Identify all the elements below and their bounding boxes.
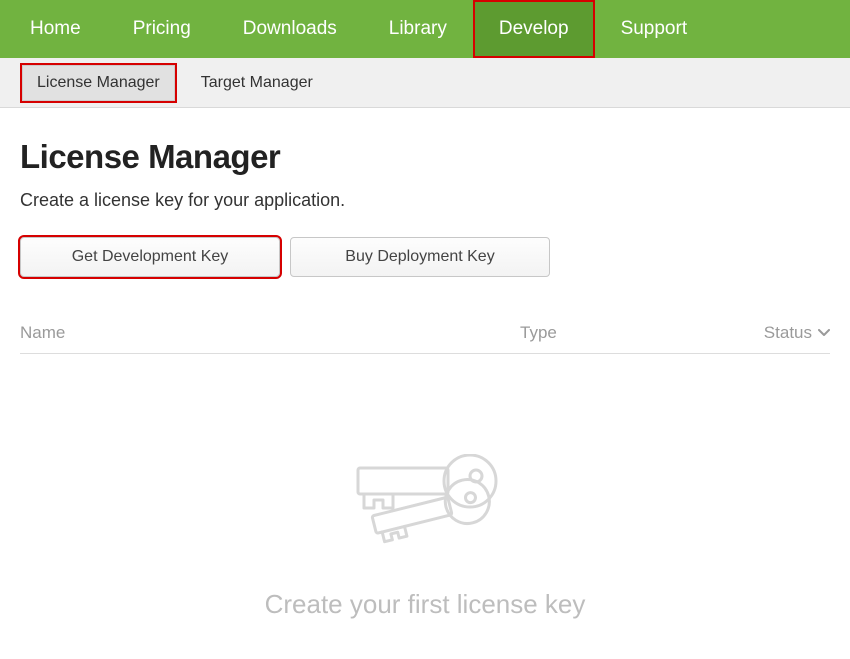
keys-icon bbox=[340, 454, 510, 569]
page-title: License Manager bbox=[20, 138, 830, 176]
column-header-status[interactable]: Status bbox=[730, 323, 830, 343]
main-content: License Manager Create a license key for… bbox=[0, 108, 850, 620]
chevron-down-icon bbox=[818, 329, 830, 337]
topnav-item-develop[interactable]: Develop bbox=[473, 0, 595, 58]
empty-state-text: Create your first license key bbox=[20, 589, 830, 620]
subnav-item-target-manager[interactable]: Target Manager bbox=[187, 66, 327, 100]
topnav-item-library[interactable]: Library bbox=[363, 0, 473, 58]
top-nav: Home Pricing Downloads Library Develop S… bbox=[0, 0, 850, 58]
page-subtitle: Create a license key for your applicatio… bbox=[20, 190, 830, 211]
sub-nav: License Manager Target Manager bbox=[0, 58, 850, 108]
topnav-item-home[interactable]: Home bbox=[4, 0, 107, 58]
buy-deployment-key-button[interactable]: Buy Deployment Key bbox=[290, 237, 550, 277]
topnav-item-support[interactable]: Support bbox=[595, 0, 714, 58]
column-header-status-label: Status bbox=[764, 323, 812, 343]
subnav-item-license-manager[interactable]: License Manager bbox=[22, 65, 175, 101]
empty-state: Create your first license key bbox=[20, 354, 830, 620]
topnav-item-downloads[interactable]: Downloads bbox=[217, 0, 363, 58]
column-header-name[interactable]: Name bbox=[20, 323, 520, 343]
column-header-type[interactable]: Type bbox=[520, 323, 730, 343]
topnav-item-pricing[interactable]: Pricing bbox=[107, 0, 217, 58]
button-row: Get Development Key Buy Deployment Key bbox=[20, 237, 830, 277]
license-table-header: Name Type Status bbox=[20, 323, 830, 354]
get-development-key-button[interactable]: Get Development Key bbox=[20, 237, 280, 277]
